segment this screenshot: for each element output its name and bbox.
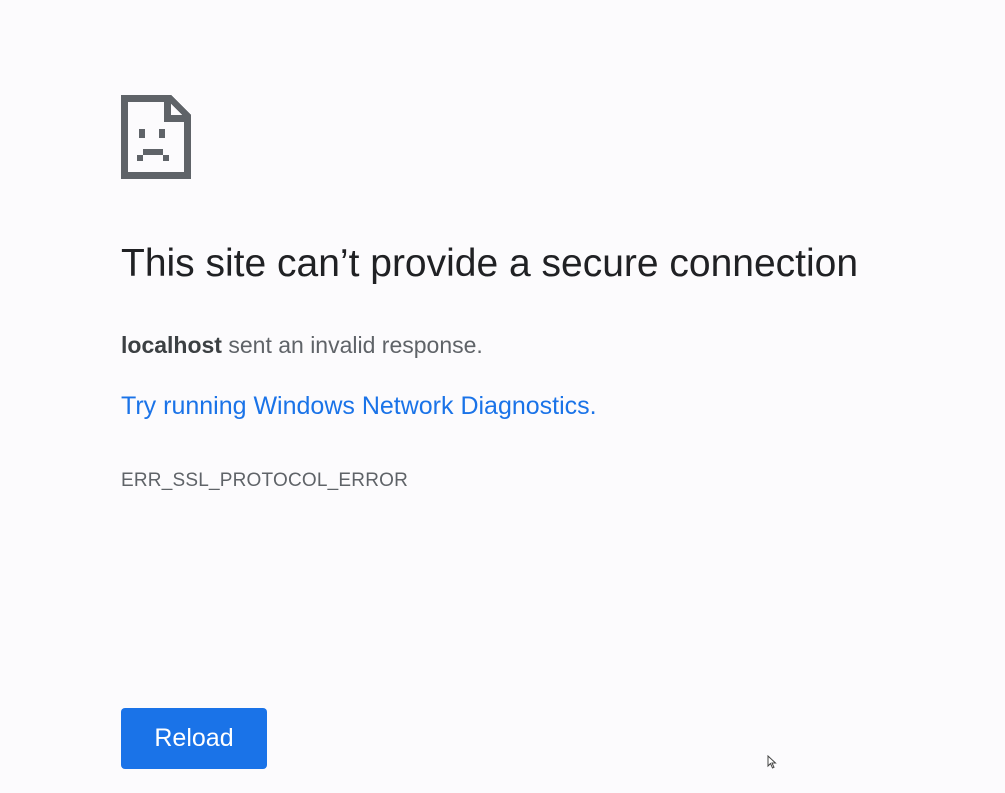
- mouse-pointer-icon: [767, 754, 777, 769]
- sad-page-icon: [121, 95, 191, 179]
- host-name: localhost: [121, 332, 222, 358]
- diagnostics-link[interactable]: Try running Windows Network Diagnostics.: [121, 392, 597, 421]
- error-summary: localhost sent an invalid response.: [121, 332, 483, 359]
- reload-button[interactable]: Reload: [121, 708, 267, 769]
- summary-message: sent an invalid response.: [221, 332, 483, 358]
- error-page: This site can’t provide a secure connect…: [0, 0, 1005, 793]
- error-code: ERR_SSL_PROTOCOL_ERROR: [121, 470, 409, 491]
- page-title: This site can’t provide a secure connect…: [121, 242, 859, 285]
